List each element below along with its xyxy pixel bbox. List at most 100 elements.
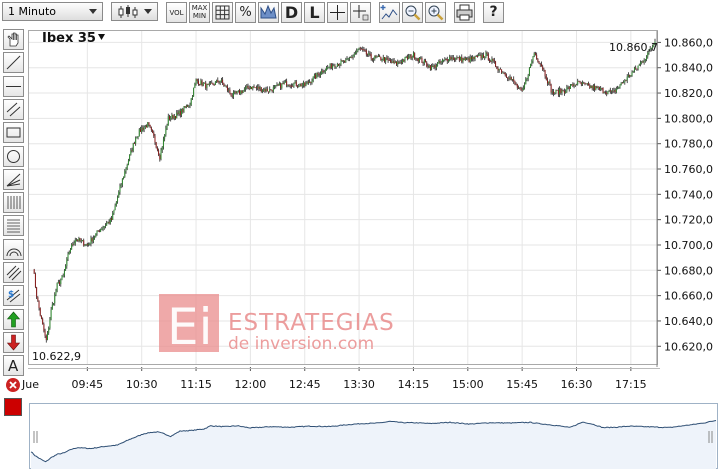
x-tick-label: 10:30	[126, 378, 158, 391]
candle-body	[177, 112, 179, 114]
candle-body	[502, 72, 504, 74]
color-swatch[interactable]	[4, 398, 22, 416]
candle-body	[218, 82, 220, 84]
candle-body	[234, 91, 236, 93]
candle-body	[354, 52, 356, 54]
candle-body	[563, 91, 565, 94]
candle-body	[374, 55, 376, 59]
x-tick-label: 09:45	[71, 378, 103, 391]
candle-body	[327, 67, 329, 69]
candle-body	[437, 63, 439, 66]
candle-body	[50, 309, 52, 320]
candle-body	[515, 83, 517, 85]
candle-body	[258, 86, 260, 90]
candle-body	[342, 60, 344, 62]
candle-body	[449, 56, 451, 61]
candle-body	[274, 86, 276, 87]
x-tick-label: 12:00	[235, 378, 267, 391]
candle-body	[146, 125, 148, 128]
candle-body	[156, 147, 158, 151]
candle-body	[408, 56, 410, 59]
candle-body	[288, 85, 290, 86]
candle-body	[644, 59, 646, 61]
candle-body	[621, 82, 623, 84]
candle-body	[92, 238, 94, 242]
candle-body	[96, 230, 98, 234]
candle-body	[37, 297, 39, 301]
candle-body	[398, 61, 400, 63]
candle-body	[486, 52, 488, 54]
candle-body	[582, 82, 584, 85]
candle-body	[571, 84, 573, 85]
candle-body	[346, 58, 348, 60]
candle-body	[597, 87, 599, 88]
candle-body	[183, 106, 185, 112]
candle-body	[141, 127, 143, 132]
candle-body	[631, 72, 633, 76]
candle-body	[600, 87, 602, 90]
candle-body	[154, 135, 156, 143]
candle-body	[646, 56, 648, 60]
candle-body	[485, 52, 487, 58]
candle-body	[129, 154, 131, 161]
price-chart[interactable]: Ei ESTRATEGIAS de inversion.com 10.620,0…	[0, 0, 720, 400]
candle-body	[309, 81, 311, 83]
candle-body	[499, 68, 501, 70]
candle-body	[34, 273, 36, 288]
navigator-left-handle[interactable]	[33, 431, 38, 443]
candle-body	[42, 318, 44, 325]
min-value-label: 10.622,9	[32, 350, 81, 363]
candle-body	[516, 84, 518, 88]
candle-body	[344, 60, 346, 63]
candle-body	[210, 82, 212, 84]
candle-body	[201, 80, 203, 86]
candle-body	[83, 240, 85, 246]
candle-body	[385, 57, 387, 62]
candle-body	[306, 81, 308, 84]
candle-body	[75, 239, 77, 241]
candle-body	[450, 56, 452, 60]
candle-body	[399, 62, 401, 63]
chart-title[interactable]: Ibex 35	[42, 31, 96, 46]
candle-body	[397, 61, 399, 65]
candle-body	[263, 89, 265, 91]
candle-body	[604, 92, 606, 94]
candle-body	[205, 82, 207, 89]
candle-body	[59, 281, 61, 285]
candle-body	[474, 56, 476, 59]
candle-body	[126, 164, 128, 169]
candle-body	[324, 70, 326, 73]
navigator-chart[interactable]	[29, 403, 718, 469]
candle-body	[412, 52, 414, 57]
candle-body	[213, 84, 215, 86]
candle-body	[484, 57, 486, 59]
chevron-down-icon[interactable]	[98, 34, 105, 40]
candle-body	[97, 230, 99, 232]
candle-body	[475, 56, 477, 57]
candle-body	[113, 210, 115, 214]
candle-body	[435, 65, 437, 68]
candle-body	[124, 171, 126, 177]
candle-body	[357, 48, 359, 51]
y-tick-label: 10.840,0	[664, 62, 713, 75]
candle-body	[155, 142, 157, 148]
candle-body	[61, 275, 63, 281]
candle-body	[590, 85, 592, 88]
candle-body	[537, 59, 539, 62]
candle-body	[640, 62, 642, 65]
candle-body	[158, 150, 160, 155]
candle-body	[548, 81, 550, 84]
candle-body	[444, 58, 446, 60]
candle-body	[341, 60, 343, 62]
candle-body	[638, 64, 640, 66]
candle-body	[389, 60, 391, 62]
candle-body	[427, 66, 429, 68]
candle-body	[428, 65, 430, 68]
candle-body	[521, 89, 523, 91]
candle-body	[101, 228, 103, 230]
candle-body	[190, 98, 192, 105]
candle-body	[554, 93, 556, 94]
candle-body	[239, 90, 241, 94]
candle-body	[596, 86, 598, 88]
candle-body	[632, 71, 634, 73]
